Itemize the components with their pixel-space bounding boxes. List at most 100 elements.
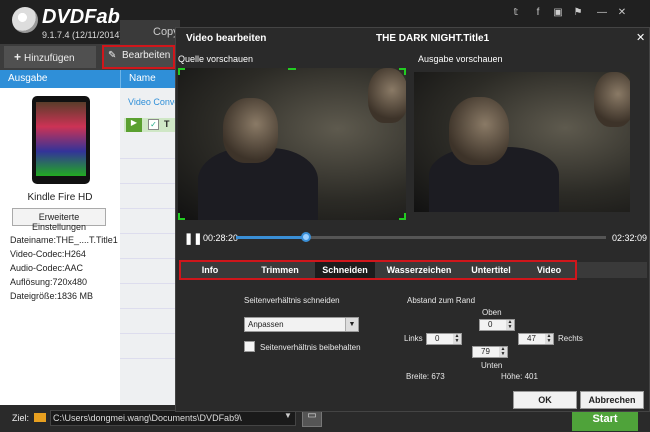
- right-margin-value: 47: [527, 334, 536, 343]
- tab-video[interactable]: Video: [527, 262, 571, 278]
- video-edit-dialog: Video bearbeiten THE DARK NIGHT.Title1 ✕…: [175, 27, 650, 412]
- bottom-label: Unten: [481, 361, 503, 370]
- crop-ratio-select[interactable]: Anpassen ▼: [244, 317, 359, 332]
- list-divider: [120, 158, 175, 159]
- left-margin-stepper[interactable]: 0 ▲ ▼: [426, 333, 462, 345]
- add-label: Hinzufügen: [24, 53, 75, 64]
- list-item[interactable]: ▶ ✓ T: [124, 118, 175, 132]
- stepper-arrows-icon[interactable]: ▲ ▼: [499, 347, 507, 357]
- figure-head-right: [368, 68, 406, 123]
- folder-icon: [34, 413, 46, 422]
- height-readout: Höhe: 401: [501, 372, 538, 381]
- destination-path-input[interactable]: C:\Users\dongmei.wang\Documents\DVDFab9\: [50, 410, 296, 426]
- top-margin-value: 0: [488, 320, 493, 329]
- device-screen: [36, 102, 86, 176]
- destination-label: Ziel:: [12, 413, 30, 423]
- play-icon[interactable]: ▶: [126, 118, 142, 132]
- app-name: DVDFab: [42, 6, 120, 28]
- facebook-icon[interactable]: f: [530, 6, 546, 20]
- chevron-down-icon: ▼: [345, 318, 358, 331]
- keep-ratio-checkbox[interactable]: [244, 341, 255, 352]
- bottom-margin-value: 79: [481, 347, 490, 356]
- title-row-text: T: [164, 119, 170, 129]
- crop-handle[interactable]: [178, 68, 185, 75]
- list-divider: [120, 233, 175, 234]
- pause-icon[interactable]: ❚❚: [184, 232, 202, 245]
- column-header-ausgabe: Ausgabe: [0, 70, 120, 88]
- seek-handle[interactable]: [301, 232, 312, 242]
- title-checkbox[interactable]: ✓: [148, 119, 159, 130]
- add-button[interactable]: + Hinzufügen: [4, 46, 96, 68]
- title-list-panel: Video Conve ▶ ✓ T: [120, 88, 175, 405]
- bottom-margin-stepper[interactable]: 79 ▲ ▼: [472, 346, 508, 358]
- tab-bar-extension: [577, 262, 647, 278]
- list-divider: [120, 308, 175, 309]
- cancel-button[interactable]: Abbrechen: [580, 391, 644, 409]
- device-name: Kindle Fire HD: [27, 192, 93, 203]
- app-version: 9.1.7.4 (12/11/2014): [42, 30, 123, 40]
- info-audio-codec: Audio-Codec:AAC: [10, 263, 84, 273]
- right-label: Rechts: [558, 334, 583, 343]
- crop-handle[interactable]: [288, 68, 296, 75]
- output-profile-panel: Kindle Fire HD Erweiterte Einstellungen …: [0, 88, 120, 405]
- crop-handle[interactable]: [399, 68, 406, 75]
- youtube-icon[interactable]: ▣: [550, 6, 566, 20]
- width-readout: Breite: 673: [406, 372, 445, 381]
- info-filesize: Dateigröße:1836 MB: [10, 291, 94, 301]
- crop-ratio-value: Anpassen: [248, 320, 284, 329]
- stepper-arrows-icon[interactable]: ▲ ▼: [506, 320, 514, 330]
- app-window: DVDFab 9.1.7.4 (12/11/2014) Copy 𝕥 f ▣ ⚑…: [0, 0, 650, 432]
- left-label: Links: [404, 334, 423, 343]
- top-label: Oben: [482, 308, 502, 317]
- list-divider: [120, 358, 175, 359]
- device-image: [32, 96, 90, 184]
- figure-head: [449, 97, 509, 165]
- top-margin-stepper[interactable]: 0 ▲ ▼: [479, 319, 515, 331]
- twitter-icon[interactable]: 𝕥: [508, 6, 524, 20]
- dialog-title: Video bearbeiten: [186, 33, 267, 44]
- source-preview-label: Quelle vorschauen: [178, 54, 254, 64]
- list-divider: [120, 258, 175, 259]
- stepper-arrows-icon[interactable]: ▲ ▼: [545, 334, 553, 344]
- tab-trimmen[interactable]: Trimmen: [245, 262, 315, 278]
- edit-button[interactable]: ✎ Bearbeiten: [102, 45, 175, 69]
- list-divider: [120, 333, 175, 334]
- seek-slider[interactable]: [236, 232, 606, 242]
- current-time: 00:28:20: [203, 233, 239, 243]
- video-converter-header: Video Conve: [128, 97, 175, 107]
- dvdfab-logo-icon: [12, 7, 38, 33]
- movie-title: THE DARK NIGHT.Title1: [376, 33, 490, 44]
- dialog-close-icon[interactable]: ✕: [636, 31, 645, 44]
- chevron-down-icon[interactable]: ▼: [284, 411, 292, 420]
- left-margin-value: 0: [435, 334, 440, 343]
- total-time: 02:32:09: [612, 233, 648, 243]
- minimize-icon[interactable]: —: [594, 6, 610, 20]
- stepper-arrows-icon[interactable]: ▲ ▼: [453, 334, 461, 344]
- tab-info[interactable]: Info: [181, 262, 239, 278]
- crop-handle[interactable]: [178, 213, 185, 220]
- figure-head: [223, 98, 278, 163]
- source-preview-video[interactable]: [178, 68, 406, 220]
- close-icon[interactable]: ✕: [614, 6, 630, 20]
- column-header-name: Name: [120, 70, 175, 88]
- start-button[interactable]: Start: [572, 409, 638, 431]
- margin-label: Abstand zum Rand: [407, 296, 476, 305]
- info-video-codec: Video-Codec:H264: [10, 249, 86, 259]
- advanced-settings-button[interactable]: Erweiterte Einstellungen: [12, 208, 106, 232]
- output-preview-label: Ausgabe vorschauen: [418, 54, 503, 64]
- right-margin-stepper[interactable]: 47 ▲ ▼: [518, 333, 554, 345]
- ok-button[interactable]: OK: [513, 391, 577, 409]
- tab-untertitel[interactable]: Untertitel: [463, 262, 519, 278]
- list-divider: [120, 283, 175, 284]
- tab-copy[interactable]: Copy: [120, 20, 180, 44]
- flag-icon[interactable]: ⚑: [570, 6, 586, 20]
- output-preview-video: [414, 72, 630, 212]
- keep-ratio-label: Seitenverhältnis beibehalten: [260, 343, 361, 352]
- tab-wasserzeichen[interactable]: Wasserzeichen: [377, 262, 461, 278]
- crop-settings-panel: Seitenverhältnis schneiden Anpassen ▼ Se…: [176, 290, 649, 382]
- tab-schneiden[interactable]: Schneiden: [315, 262, 375, 278]
- figure-head-right: [594, 72, 630, 127]
- list-divider: [120, 183, 175, 184]
- crop-handle[interactable]: [399, 213, 406, 220]
- info-resolution: Auflösung:720x480: [10, 277, 88, 287]
